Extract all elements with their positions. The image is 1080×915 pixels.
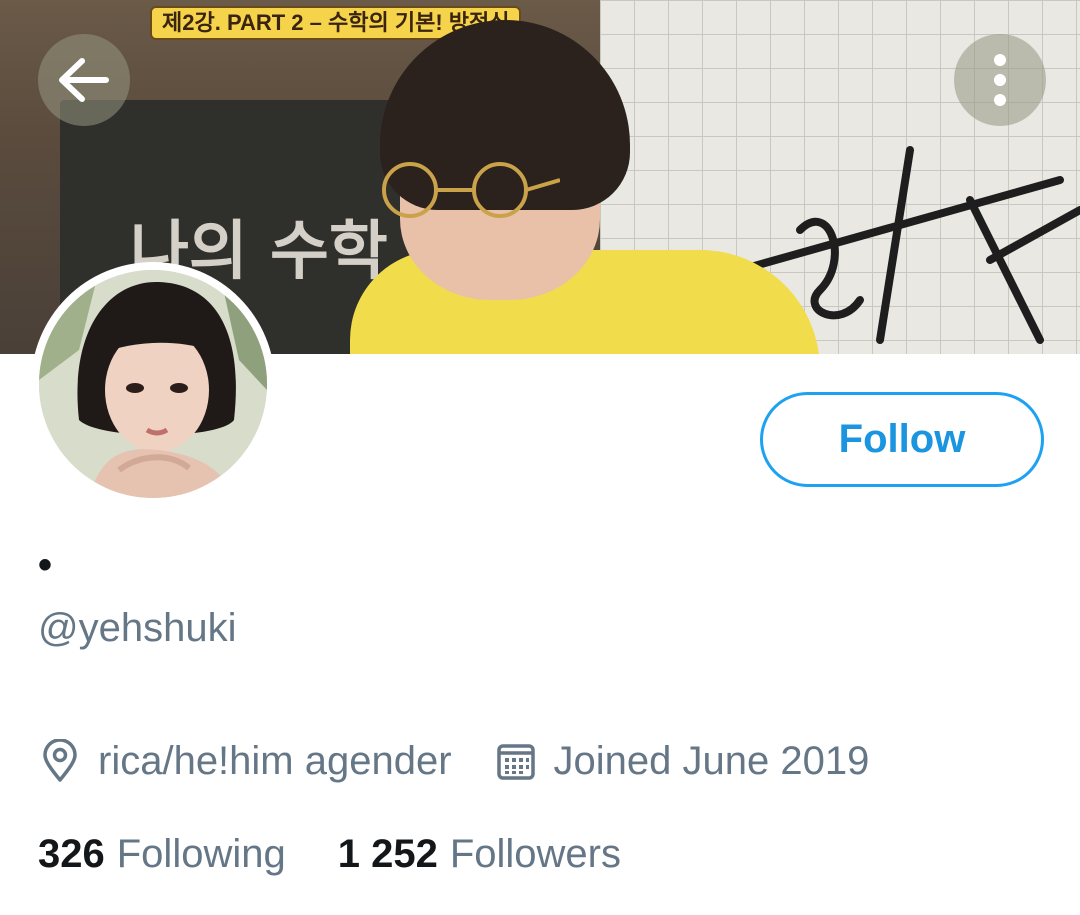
location-pin-icon (38, 739, 82, 783)
following-label: Following (116, 831, 286, 876)
following-link[interactable]: 326 Following (38, 832, 286, 877)
calendar-icon (494, 739, 538, 783)
user-handle: @yehshuki (38, 606, 237, 650)
followers-link[interactable]: 1 252 Followers (338, 832, 621, 877)
more-vertical-icon (994, 54, 1006, 106)
followers-label: Followers (449, 831, 621, 876)
followers-count: 1 252 (337, 831, 438, 876)
location-item: rica/he!him agender (38, 739, 452, 784)
follow-button[interactable]: Follow (760, 392, 1044, 487)
display-name: • (38, 543, 53, 587)
avatar[interactable] (31, 262, 275, 506)
joined-item: Joined June 2019 (494, 738, 870, 784)
following-count: 326 (38, 831, 105, 876)
more-options-button[interactable] (954, 34, 1046, 126)
location-text: rica/he!him agender (98, 738, 452, 783)
back-button[interactable] (38, 34, 130, 126)
profile-meta: rica/he!him agender Joined June 2019 (38, 735, 869, 787)
arrow-left-icon (59, 58, 109, 102)
avatar-image (39, 270, 267, 498)
banner-person (340, 20, 820, 354)
profile-page: 나의 수학 제2강. PART 2 – 수학의 기본! 방정식 Follow •… (0, 0, 1080, 915)
joined-text: Joined June 2019 (553, 738, 870, 783)
follow-counts: 326 Following 1 252 Followers (38, 828, 621, 880)
